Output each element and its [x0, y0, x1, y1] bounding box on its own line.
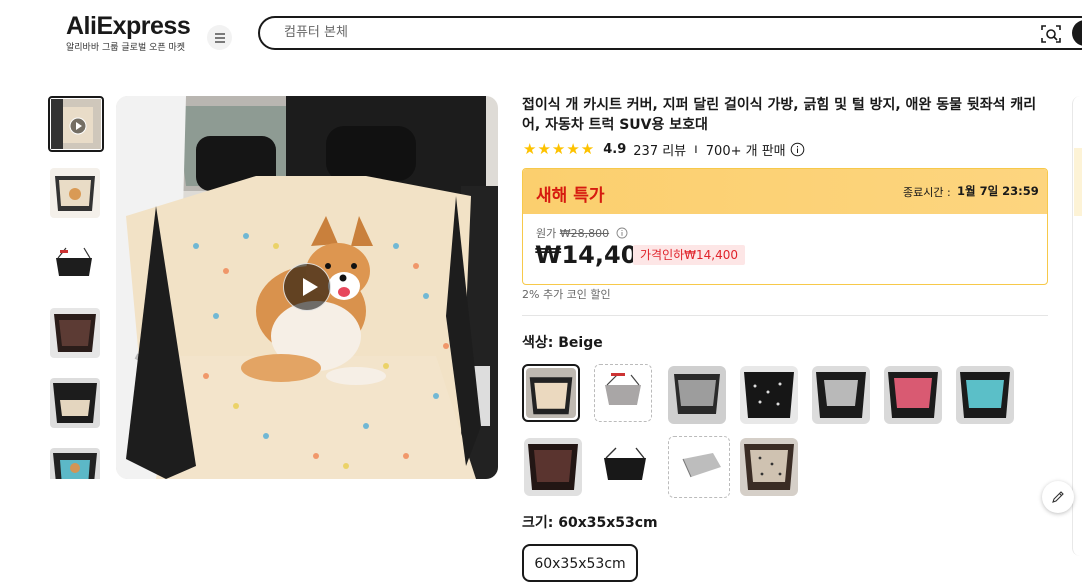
swatch-brown[interactable]: [524, 438, 582, 496]
star-rating-icon: ★★★★★: [523, 140, 596, 158]
divider: [522, 315, 1048, 316]
search-button[interactable]: [1072, 20, 1082, 46]
rating-value: 4.9: [603, 141, 627, 157]
logo-text: AliExpress: [66, 12, 191, 40]
product-title: 접이식 개 카시트 커버, 지퍼 달린 걸이식 가방, 긁힘 및 털 방지, 애…: [522, 97, 1037, 133]
camera-search-icon[interactable]: [1040, 23, 1062, 45]
deal-end-label: 종료시간 :: [903, 186, 951, 199]
deal-box: 새해 특가 종료시간 : 1월 7일 23:59 원가 ₩28,800 ₩14,…: [522, 168, 1048, 285]
swatch-pink[interactable]: [884, 366, 942, 424]
swatch-grey-basket[interactable]: [668, 436, 730, 498]
thumbnail-brown[interactable]: [50, 308, 100, 358]
swatch-black-dot[interactable]: [740, 366, 798, 424]
thumbnail-beige[interactable]: [50, 168, 100, 218]
info-icon[interactable]: [786, 142, 805, 157]
thumbnail-teal[interactable]: [50, 448, 100, 479]
size-label: 크기: 60x35x53cm: [522, 515, 658, 531]
size-option-button[interactable]: 60x35x53cm: [522, 544, 638, 582]
search-bar[interactable]: [258, 16, 1082, 50]
thumbnail-basket[interactable]: [50, 240, 100, 290]
thumbnail-list: [48, 96, 104, 479]
separator: ı: [694, 141, 698, 157]
sold-count: 700+ 개 판매: [705, 143, 786, 159]
deal-header: 새해 특가 종료시간 : 1월 7일 23:59: [523, 169, 1047, 214]
color-label: 색상: Beige: [522, 335, 603, 351]
menu-icon: [214, 32, 225, 43]
review-count-link[interactable]: 237 리뷰: [633, 140, 686, 159]
play-video-button[interactable]: [283, 263, 331, 311]
original-price-label: 원가: [536, 227, 557, 240]
side-panel-tint: [1074, 148, 1082, 216]
main-product-media[interactable]: [116, 96, 498, 479]
swatch-beige[interactable]: [522, 364, 580, 422]
original-price-row: 원가 ₩28,800: [536, 225, 628, 241]
swatch-black-grey[interactable]: [812, 366, 870, 424]
deal-end-time: 1월 7일 23:59: [957, 184, 1039, 198]
pencil-icon: [1052, 491, 1064, 503]
deal-title: 새해 특가: [536, 186, 605, 206]
swatch-basket-grey[interactable]: [594, 364, 652, 422]
search-input[interactable]: [282, 24, 986, 41]
coin-discount-note: 2% 추가 코인 할인: [522, 288, 611, 301]
swatch-teal[interactable]: [956, 366, 1014, 424]
aliexpress-logo[interactable]: AliExpress 알리바바 그룹 글로벌 오픈 마켓: [66, 12, 191, 53]
edit-button[interactable]: [1042, 481, 1074, 513]
swatch-black-basket[interactable]: [596, 438, 654, 496]
menu-button[interactable]: [207, 25, 232, 50]
side-panel-edge: [1072, 96, 1082, 556]
logo-tagline: 알리바바 그룹 글로벌 오픈 마켓: [66, 43, 186, 53]
swatch-brown-dot[interactable]: [740, 438, 798, 496]
thumbnail-black[interactable]: [50, 378, 100, 428]
price-info-icon[interactable]: [613, 227, 628, 240]
original-price: ₩28,800: [559, 227, 610, 240]
swatch-grey[interactable]: [668, 366, 726, 424]
rating-row: ★★★★★ 4.9 237 리뷰 ı 700+ 개 판매: [523, 140, 805, 159]
thumbnail-video[interactable]: [48, 96, 104, 152]
discount-badge: 가격인하₩14,400: [633, 245, 746, 265]
